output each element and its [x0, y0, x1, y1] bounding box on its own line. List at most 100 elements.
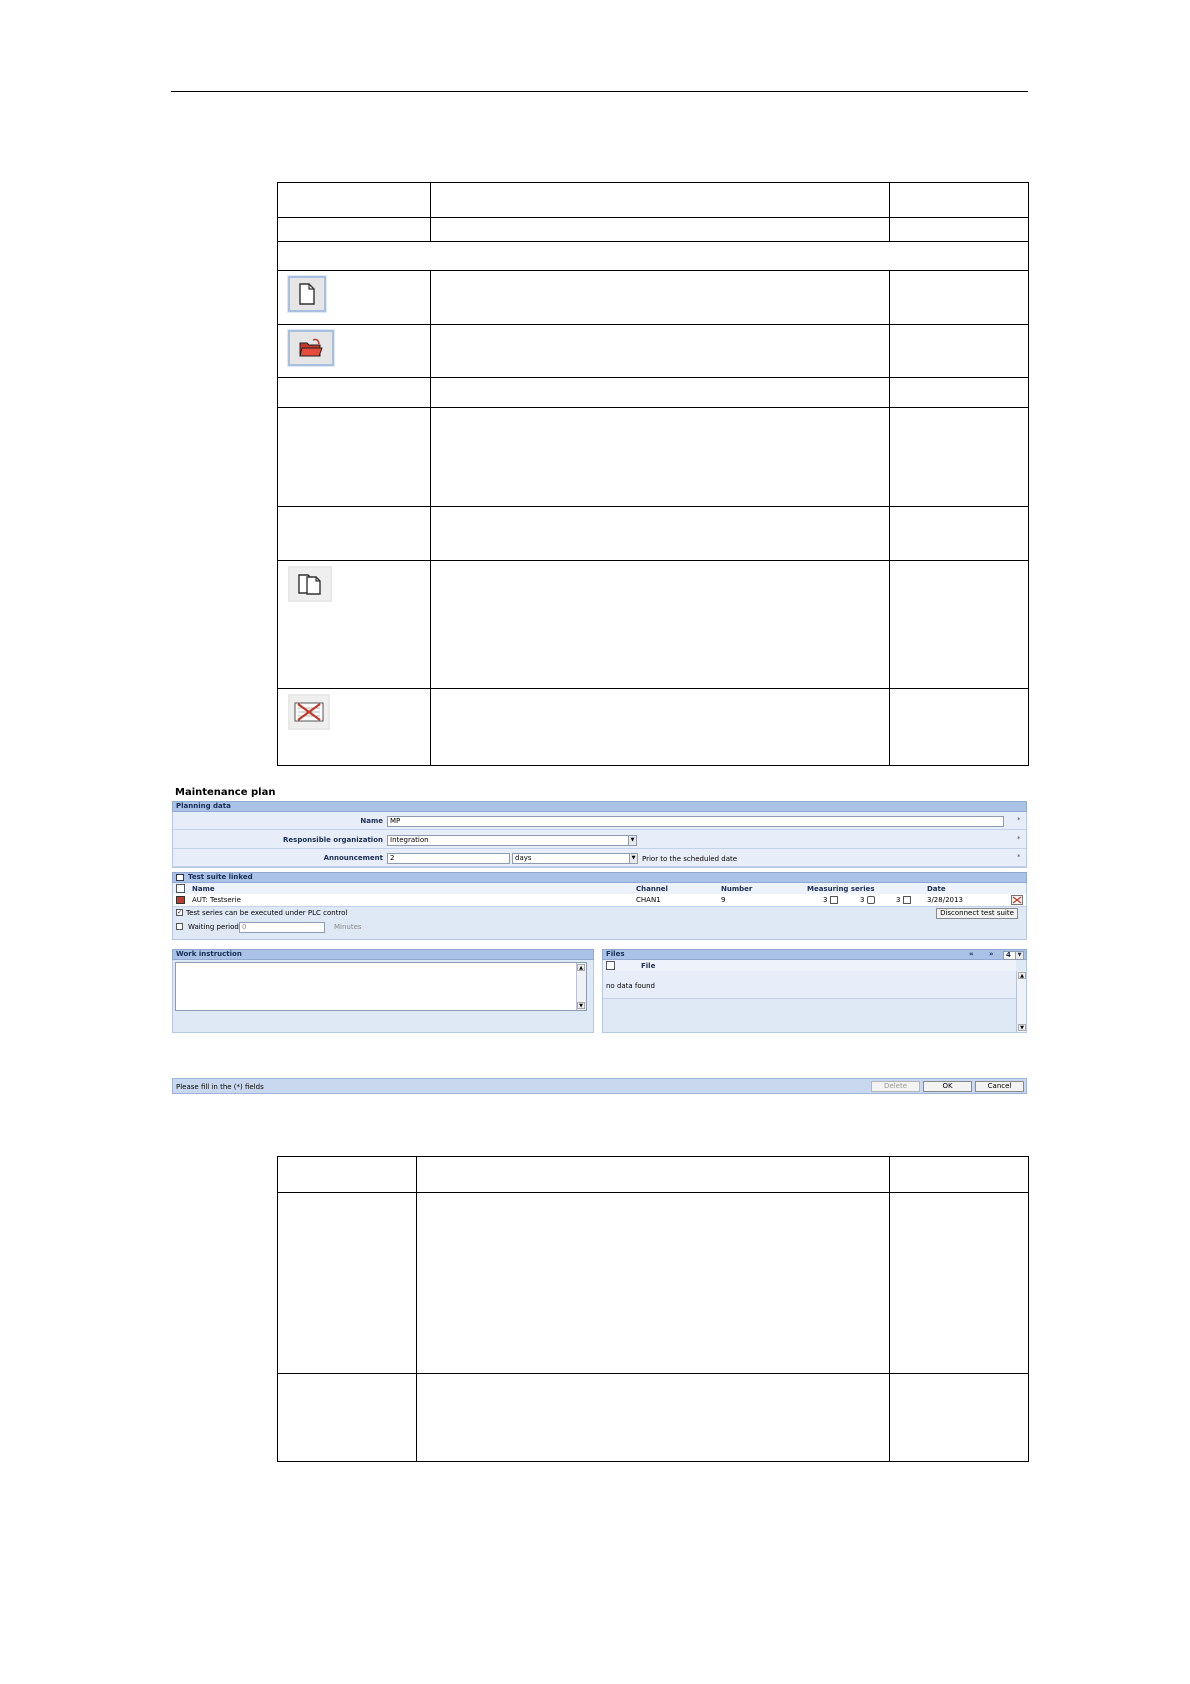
upper-table: [277, 182, 1029, 766]
name-label: Name: [360, 817, 383, 825]
column-header: Date: [927, 885, 946, 893]
empty-message: no data found: [606, 982, 655, 990]
cancel-button[interactable]: Cancel: [975, 1081, 1024, 1092]
page-size-select[interactable]: 4 ▼: [1003, 951, 1024, 960]
cell: [889, 1156, 1029, 1193]
flag-icon[interactable]: [903, 896, 911, 904]
row-date: 3/28/2013: [927, 896, 963, 904]
announcement-label: Announcement: [323, 854, 383, 862]
planning-data-header: Planning data: [172, 801, 1027, 812]
waiting-period-input[interactable]: 0: [239, 922, 325, 933]
scroll-up-icon[interactable]: ▲: [1018, 972, 1026, 979]
measuring-series-1: 3: [823, 896, 828, 904]
delete-row-icon[interactable]: [1011, 895, 1023, 905]
cell: [889, 324, 1029, 378]
new-row-icon[interactable]: [176, 884, 185, 893]
ok-button[interactable]: OK: [923, 1081, 972, 1092]
cell: [277, 506, 431, 561]
page-size-value: 4: [1006, 951, 1011, 959]
cell: [277, 1192, 417, 1374]
lower-table: [277, 1156, 1029, 1462]
scroll-down-icon[interactable]: ▼: [1018, 1024, 1026, 1031]
open-folder-icon: [288, 330, 334, 366]
cell: [430, 688, 890, 766]
announcement-hint: Prior to the scheduled date: [642, 855, 738, 863]
section-title: Files: [606, 950, 625, 958]
required-marker: *: [1017, 853, 1021, 861]
work-instruction-textarea[interactable]: ▲ ▼: [175, 962, 587, 1011]
waiting-period-unit: Minutes: [334, 923, 362, 931]
folder-icon[interactable]: [176, 896, 185, 904]
cell: [277, 324, 431, 378]
link-icon[interactable]: [176, 874, 184, 881]
cell: [430, 324, 890, 378]
delete-icon: [288, 694, 330, 730]
status-bar: Please fill in the (*) fields Delete OK …: [172, 1078, 1027, 1094]
cell: [277, 407, 431, 507]
cell: [430, 506, 890, 561]
cell: [889, 377, 1029, 408]
cell: [430, 560, 890, 689]
column-header: Measuring series: [807, 885, 875, 893]
cell: [430, 182, 890, 218]
waiting-period-label: Waiting period: [188, 923, 239, 931]
last-page-icon[interactable]: »: [989, 950, 994, 959]
cell: [416, 1192, 890, 1374]
scroll-up-icon[interactable]: ▲: [577, 964, 585, 971]
minus-icon[interactable]: [830, 896, 838, 904]
organization-select[interactable]: Integration ▼: [387, 835, 637, 846]
cell: [277, 270, 431, 325]
measuring-series-2: 3: [860, 896, 865, 904]
status-text: Please fill in the (*) fields: [176, 1083, 264, 1091]
cell: [889, 688, 1029, 766]
cell: [889, 1373, 1029, 1462]
cell: [889, 217, 1029, 242]
new-file-icon[interactable]: [606, 961, 615, 970]
work-instruction-header: Work instruction: [172, 949, 594, 960]
column-header: Name: [192, 885, 215, 893]
target-icon[interactable]: [867, 896, 875, 904]
cell: [277, 560, 431, 689]
files-scrollbar[interactable]: ▲ ▼: [1016, 971, 1026, 1032]
section-title: Planning data: [176, 802, 231, 810]
cell: [889, 407, 1029, 507]
organization-label: Responsible organization: [283, 836, 383, 844]
delete-button[interactable]: Delete: [871, 1081, 920, 1092]
maintenance-plan-dialog: Maintenance plan Planning data Name MP *…: [171, 785, 1028, 1095]
waiting-period-checkbox[interactable]: [176, 923, 183, 930]
chevron-down-icon[interactable]: ▼: [629, 854, 637, 863]
column-header: File: [641, 962, 656, 970]
table-row[interactable]: AUT: Testserie CHAN1 9 3 3 3 3/28/2013: [173, 894, 1026, 907]
cell: [430, 270, 890, 325]
new-document-icon: [288, 276, 326, 312]
cell: [430, 377, 890, 408]
row-name: AUT: Testserie: [192, 896, 241, 904]
test-suite-header: Test suite linked: [172, 872, 1027, 883]
cell: [889, 270, 1029, 325]
cell: [277, 1373, 417, 1462]
announcement-input[interactable]: 2: [387, 853, 510, 864]
column-header: Number: [721, 885, 753, 893]
first-page-icon[interactable]: «: [969, 950, 974, 959]
chevron-down-icon[interactable]: ▼: [628, 836, 636, 845]
scroll-down-icon[interactable]: ▼: [577, 1002, 585, 1009]
disconnect-test-suite-button[interactable]: Disconnect test suite: [936, 908, 1018, 919]
required-marker: *: [1017, 816, 1021, 824]
cell: [277, 241, 1029, 271]
row-number: 9: [721, 896, 726, 904]
cell: [889, 506, 1029, 561]
announcement-unit-select[interactable]: days ▼: [512, 853, 638, 864]
plc-checkbox-label: Test series can be executed under PLC co…: [186, 909, 348, 917]
required-marker: *: [1017, 835, 1021, 843]
copy-document-icon: [288, 566, 332, 602]
measuring-series-3: 3: [896, 896, 901, 904]
chevron-down-icon[interactable]: ▼: [1015, 952, 1023, 959]
cell: [430, 217, 890, 242]
column-header: Channel: [636, 885, 668, 893]
cell: [277, 182, 431, 218]
plc-checkbox[interactable]: ✓: [176, 909, 183, 916]
cell: [277, 688, 431, 766]
organization-value: Integration: [390, 836, 429, 844]
name-input[interactable]: MP: [387, 816, 1004, 827]
row-channel: CHAN1: [636, 896, 661, 904]
